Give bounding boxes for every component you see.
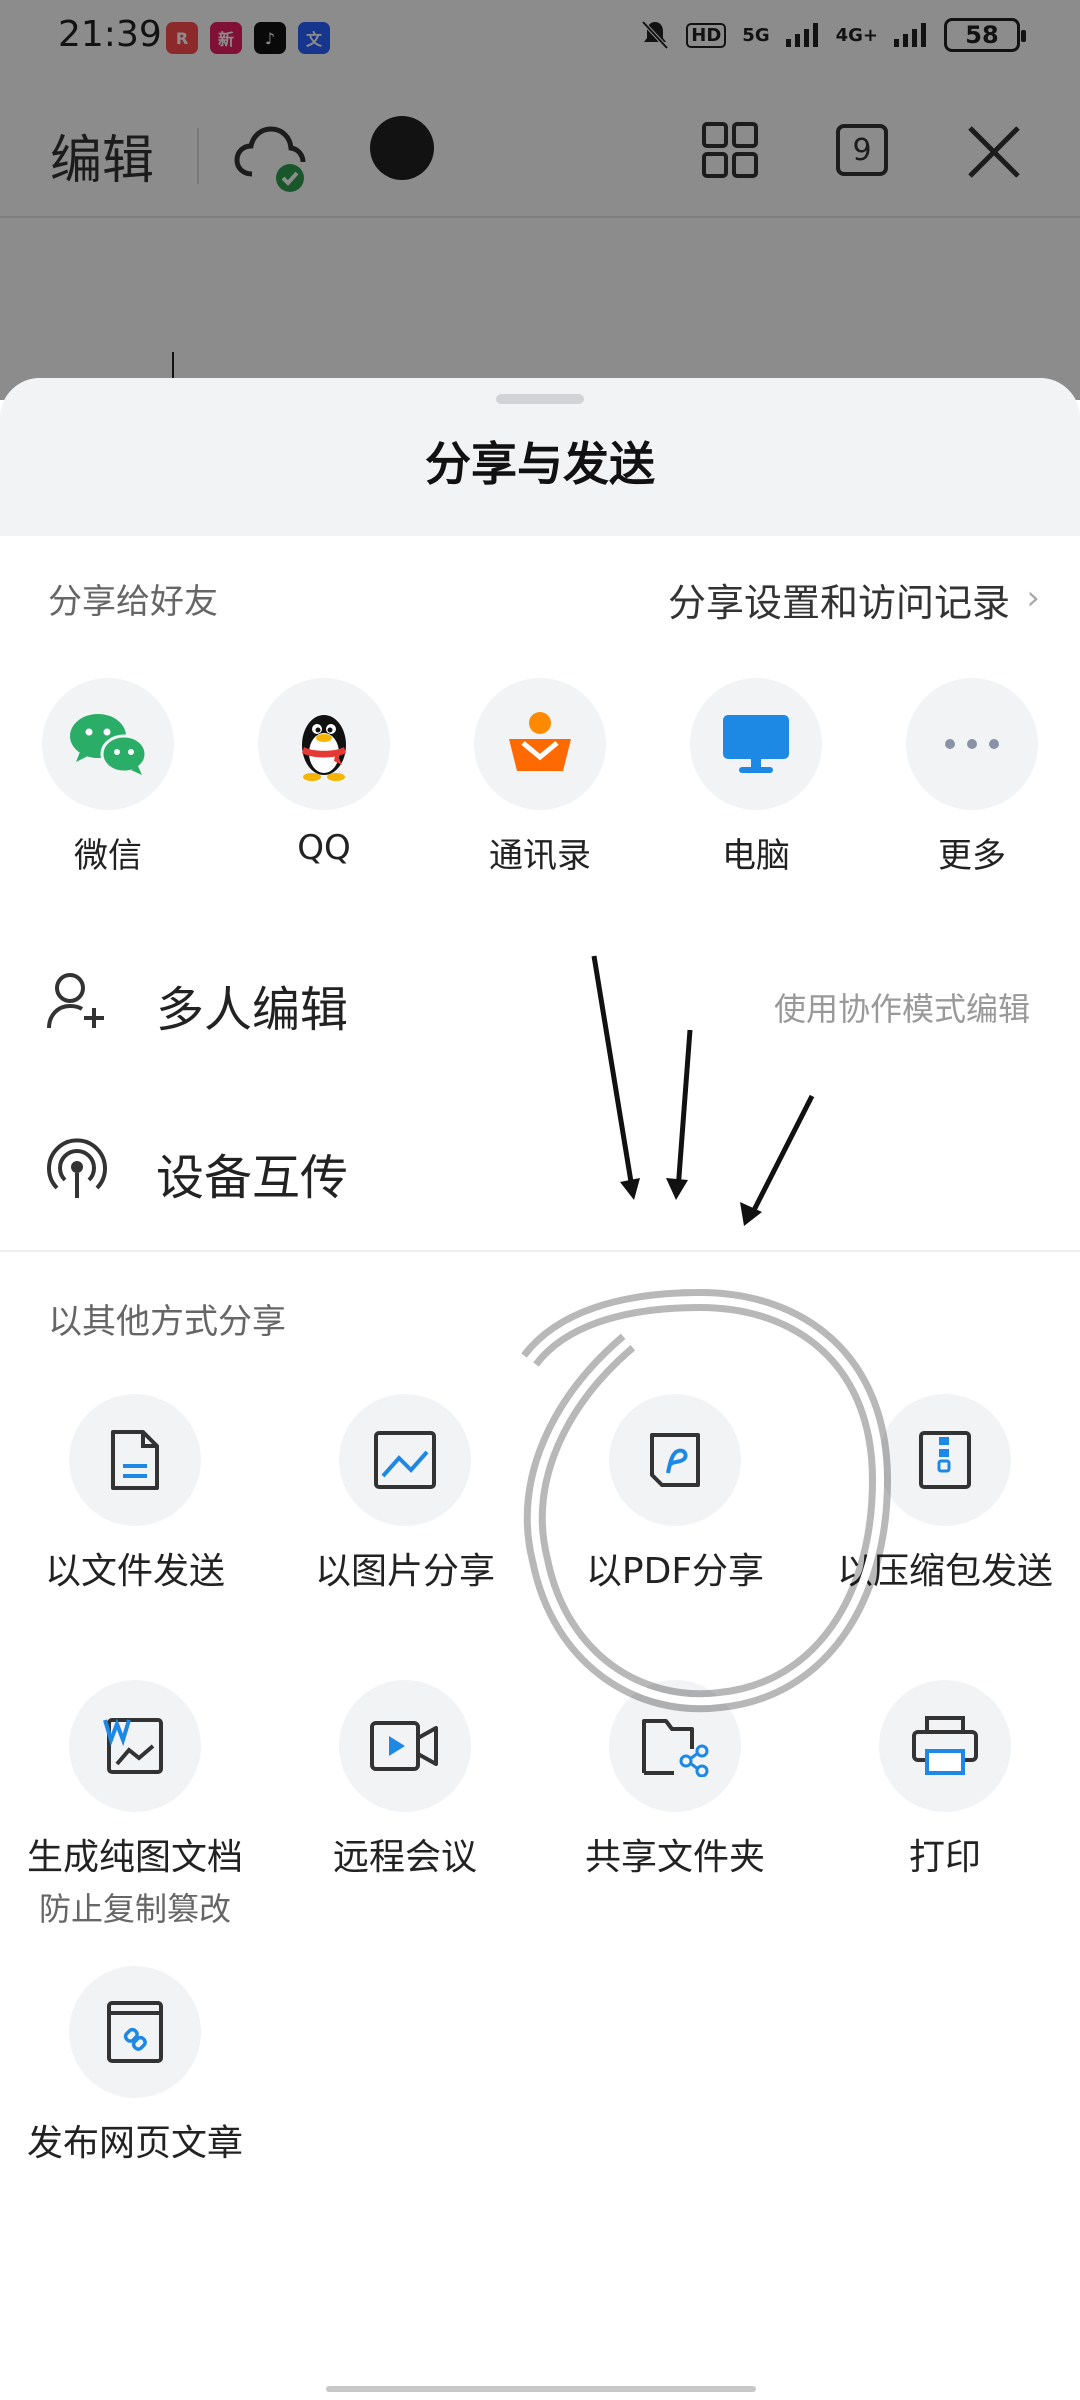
share-computer-label: 电脑 bbox=[722, 836, 790, 876]
share-as-pdf-label: 以PDF分享 bbox=[585, 1551, 765, 1592]
web-article-icon bbox=[69, 1966, 201, 2098]
printer-icon bbox=[879, 1680, 1011, 1812]
share-wechat[interactable]: 微信 bbox=[28, 678, 188, 877]
shared-folder-label: 共享文件夹 bbox=[584, 1837, 765, 1878]
share-contacts[interactable]: 通讯录 bbox=[460, 678, 620, 877]
share-to-friends-label: 分享给好友 bbox=[48, 582, 218, 622]
shared-folder[interactable]: 共享文件夹 bbox=[550, 1680, 800, 1880]
modal-scrim[interactable] bbox=[0, 0, 1080, 400]
drag-handle[interactable] bbox=[496, 394, 584, 404]
multi-edit-label: 多人编辑 bbox=[156, 982, 349, 1038]
shared-folder-icon bbox=[609, 1680, 741, 1812]
monitor-icon bbox=[690, 678, 822, 810]
image-icon bbox=[339, 1394, 471, 1526]
print-label: 打印 bbox=[908, 1837, 981, 1878]
send-as-file[interactable]: 以文件发送 bbox=[10, 1394, 260, 1594]
broadcast-icon bbox=[47, 1138, 107, 1198]
share-targets-row: 微信 QQ 通讯录 电脑 更多 bbox=[0, 678, 1080, 888]
generate-image-doc-label: 生成纯图文档 bbox=[26, 1837, 243, 1878]
publish-web-article-label: 发布网页文章 bbox=[26, 2123, 243, 2164]
share-computer[interactable]: 电脑 bbox=[676, 678, 836, 877]
zip-icon bbox=[879, 1394, 1011, 1526]
share-more[interactable]: 更多 bbox=[892, 678, 1052, 877]
share-as-image[interactable]: 以图片分享 bbox=[280, 1394, 530, 1594]
chevron-right-icon[interactable]: › bbox=[1026, 578, 1040, 618]
send-as-zip[interactable]: 以压缩包发送 bbox=[820, 1394, 1070, 1594]
share-wechat-label: 微信 bbox=[74, 836, 142, 876]
share-sheet: 分享与发送 分享给好友 分享设置和访问记录 › 微信 QQ 通讯录 电脑 更多 … bbox=[0, 378, 1080, 2400]
more-dots-icon bbox=[906, 678, 1038, 810]
section-divider bbox=[0, 1250, 1080, 1252]
share-qq-label: QQ bbox=[297, 828, 351, 868]
multi-edit-row[interactable]: 多人编辑 使用协作模式编辑 bbox=[0, 940, 1080, 1060]
device-transfer-label: 设备互传 bbox=[156, 1150, 349, 1206]
video-camera-icon bbox=[339, 1680, 471, 1812]
print[interactable]: 打印 bbox=[820, 1680, 1070, 1880]
send-as-zip-label: 以压缩包发送 bbox=[836, 1551, 1053, 1592]
image-doc-icon bbox=[69, 1680, 201, 1812]
device-transfer-row[interactable]: 设备互传 bbox=[0, 1108, 1080, 1228]
wechat-icon bbox=[42, 678, 174, 810]
remote-meeting[interactable]: 远程会议 bbox=[280, 1680, 530, 1880]
share-as-pdf[interactable]: 以PDF分享 bbox=[550, 1394, 800, 1594]
share-settings-link[interactable]: 分享设置和访问记录 bbox=[668, 572, 1010, 627]
other-ways-label: 以其他方式分享 bbox=[48, 1302, 286, 1342]
pdf-icon bbox=[609, 1394, 741, 1526]
share-more-label: 更多 bbox=[938, 836, 1006, 876]
document-icon bbox=[69, 1394, 201, 1526]
add-person-icon bbox=[47, 973, 104, 1029]
generate-image-doc-sublabel: 防止复制篡改 bbox=[38, 1890, 231, 1928]
share-contacts-label: 通讯录 bbox=[489, 836, 591, 876]
share-as-image-label: 以图片分享 bbox=[314, 1551, 495, 1592]
qq-penguin-icon bbox=[258, 678, 390, 810]
publish-web-article[interactable]: 发布网页文章 bbox=[10, 1966, 260, 2166]
sheet-title: 分享与发送 bbox=[425, 437, 655, 491]
multi-edit-hint: 使用协作模式编辑 bbox=[773, 990, 1030, 1028]
share-qq[interactable]: QQ bbox=[244, 678, 404, 868]
home-indicator[interactable] bbox=[326, 2386, 756, 2392]
sheet-header: 分享与发送 bbox=[0, 378, 1080, 536]
remote-meeting-label: 远程会议 bbox=[332, 1837, 477, 1878]
contacts-icon bbox=[474, 678, 606, 810]
send-as-file-label: 以文件发送 bbox=[44, 1551, 225, 1592]
generate-image-doc[interactable]: 生成纯图文档 防止复制篡改 bbox=[10, 1680, 260, 1930]
